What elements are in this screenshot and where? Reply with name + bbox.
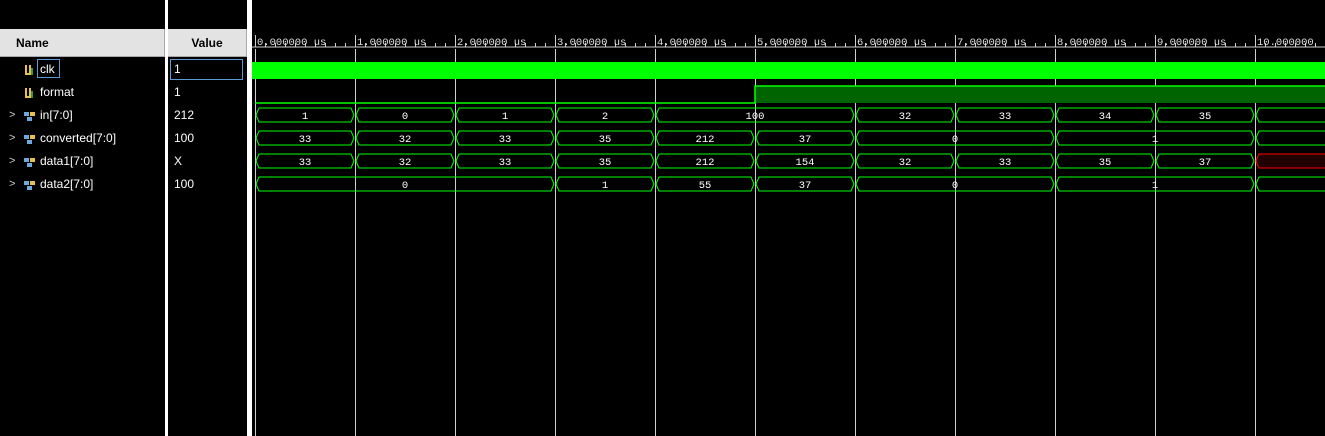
bus-value-label: 37 [1199, 157, 1212, 169]
bus-value-label: 35 [1199, 111, 1212, 123]
bus-value-label: 55 [699, 180, 712, 192]
bus-value-label: 35 [599, 134, 612, 146]
bus-value-label: 32 [899, 111, 912, 123]
bus-value-label: 33 [499, 157, 512, 169]
waveform-canvas[interactable]: 0.000000 us 1.000000 us 2.000000 us 3.00000… [252, 0, 1325, 436]
bus-value-label: 37 [799, 134, 812, 146]
signal-row-data2[interactable]: > data2[7:0] 100 [0, 173, 247, 196]
bus-value-label: 33 [299, 134, 312, 146]
chevron-right-icon[interactable]: > [9, 155, 15, 167]
column-divider[interactable] [165, 0, 168, 436]
signal-value: 1 [174, 62, 181, 76]
signal-name: format [40, 85, 75, 99]
time-tick-label: 10.000000 [1257, 37, 1314, 49]
bus-segment [1255, 176, 1325, 192]
time-tick-label: 6.000000 us [857, 37, 926, 49]
bus-value-label: 32 [399, 157, 412, 169]
bus-signal-icon [24, 109, 36, 121]
time-tick-label: 1.000000 us [357, 37, 426, 49]
signal-name: in[7:0] [40, 108, 73, 122]
value-column-header[interactable]: Value [168, 29, 247, 57]
bus-value-label: 212 [696, 157, 715, 169]
bus-value-label: 33 [999, 111, 1012, 123]
bus-value-label: 2 [602, 111, 608, 123]
bus-segment [1255, 153, 1325, 169]
time-tick-label: 7.000000 us [957, 37, 1026, 49]
format-high-fill [755, 86, 1325, 103]
signal-value: 212 [174, 108, 195, 122]
bus-value-label: 154 [796, 157, 815, 169]
signal-name: data2[7:0] [40, 177, 94, 191]
signal-row-format[interactable]: format 1 [0, 81, 247, 104]
bus-value-label: 100 [746, 111, 765, 123]
bus-signal-icon [24, 132, 36, 144]
bus-value-label: 33 [299, 157, 312, 169]
bus-value-label: 1 [502, 111, 508, 123]
bus-value-label: 1 [1152, 180, 1158, 192]
bit-signal-icon [24, 63, 36, 75]
signal-row-clk[interactable]: clk 1 [0, 58, 247, 81]
bus-value-label: 32 [899, 157, 912, 169]
bus-value-label: 33 [499, 134, 512, 146]
bus-value-label: 1 [602, 180, 608, 192]
bus-value-label: 0 [402, 180, 408, 192]
bus-segment [1255, 130, 1325, 146]
signal-name: converted[7:0] [40, 131, 117, 145]
bus-value-label: 33 [999, 157, 1012, 169]
bus-signal-icon [24, 178, 36, 190]
bus-value-label: 0 [952, 180, 958, 192]
bus-value-label: 0 [402, 111, 408, 123]
bus-signal-icon [24, 155, 36, 167]
signal-row-data1[interactable]: > data1[7:0] X [0, 150, 247, 173]
signal-list-pane: Name Value clk 1 format 1 > in[7:0] 212 … [0, 0, 247, 436]
signal-name: clk [40, 62, 55, 76]
bus-value-label: 35 [1099, 157, 1112, 169]
bus-value-label: 1 [302, 111, 308, 123]
signal-row-converted[interactable]: > converted[7:0] 100 [0, 127, 247, 150]
bus-value-label: 34 [1099, 111, 1112, 123]
bus-value-label: 35 [599, 157, 612, 169]
time-tick-label: 0.000000 us [257, 37, 326, 49]
signal-row-in[interactable]: > in[7:0] 212 [0, 104, 247, 127]
time-tick-label: 8.000000 us [1057, 37, 1126, 49]
name-column-header[interactable]: Name [0, 29, 165, 57]
signal-value: X [174, 154, 183, 168]
chevron-right-icon[interactable]: > [9, 109, 15, 121]
time-tick-label: 5.000000 us [757, 37, 826, 49]
time-tick-label: 4.000000 us [657, 37, 726, 49]
clk-waveform [252, 62, 1325, 79]
bus-value-label: 0 [952, 134, 958, 146]
signal-value: 100 [174, 131, 195, 145]
chevron-right-icon[interactable]: > [9, 132, 15, 144]
signal-value: 100 [174, 177, 195, 191]
time-tick-label: 9.000000 us [1157, 37, 1226, 49]
bit-signal-icon [24, 86, 36, 98]
time-tick-label: 2.000000 us [457, 37, 526, 49]
time-tick-label: 3.000000 us [557, 37, 626, 49]
bus-value-label: 212 [696, 134, 715, 146]
chevron-right-icon[interactable]: > [9, 178, 15, 190]
bus-value-label: 37 [799, 180, 812, 192]
bus-value-label: 1 [1152, 134, 1158, 146]
bus-value-label: 32 [399, 134, 412, 146]
bus-segment [1255, 107, 1325, 123]
signal-name: data1[7:0] [40, 154, 94, 168]
signal-value: 1 [174, 85, 181, 99]
